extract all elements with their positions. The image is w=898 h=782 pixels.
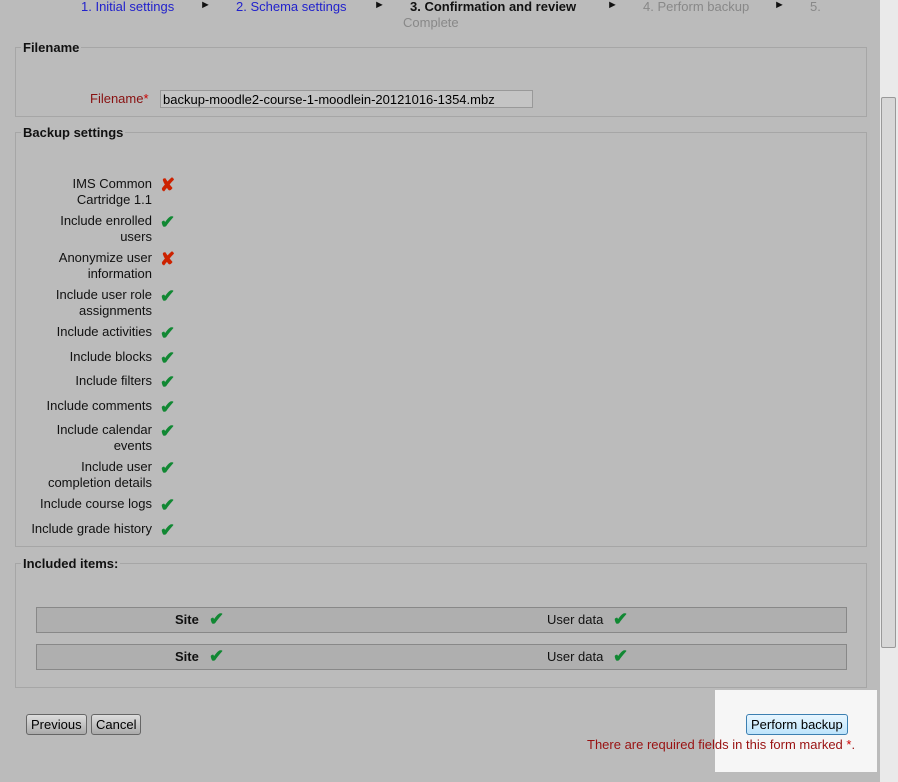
check-icon: ✔ [160, 347, 176, 368]
cross-icon: ✘ [160, 249, 176, 269]
check-icon: ✔ [209, 609, 225, 629]
filename-input[interactable] [160, 90, 533, 108]
setting-label-line: Include calendar [56, 422, 152, 437]
setting-label: Include user completion details [16, 459, 152, 491]
check-icon: ✔ [160, 519, 176, 540]
setting-label-line: Include enrolled [60, 213, 152, 228]
setting-label-line: Include blocks [69, 348, 152, 364]
backup-settings-section: Backup settings IMS Common Cartridge 1.1 ✘… [15, 125, 867, 547]
check-icon: ✔ [613, 646, 629, 666]
setting-label-line: assignments [79, 303, 152, 318]
setting-label-line: information [87, 266, 152, 281]
check-icon: ✔ [160, 495, 176, 515]
filename-section: Filename Filename* [15, 40, 867, 117]
check-icon: ✔ [613, 609, 629, 629]
cross-icon: ✘ [160, 175, 176, 195]
step-complete-number: 5. [810, 0, 821, 14]
setting-label-line: completion details [47, 475, 152, 490]
check-icon: ✔ [160, 212, 176, 232]
step-complete: Complete [403, 15, 459, 30]
setting-label: Include filters [16, 373, 152, 389]
filename-legend: Filename [23, 40, 80, 55]
user-data-label: User data [547, 612, 604, 627]
setting-label-line: events [113, 438, 152, 453]
check-icon: ✔ [160, 396, 176, 417]
step-confirmation: 3. Confirmation and review [410, 0, 577, 14]
scrollbar-thumb[interactable] [881, 97, 896, 648]
included-item-row: Site ✔ User data ✔ [36, 607, 847, 633]
setting-label-line: IMS Common [72, 176, 152, 191]
backup-settings-legend: Backup settings [23, 125, 124, 140]
included-items-legend: Included items: [23, 556, 119, 571]
user-data-label: User data [547, 649, 604, 664]
check-icon: ✔ [160, 458, 176, 478]
setting-label: Anonymize user information [16, 250, 152, 282]
required-note-end: . [851, 737, 856, 752]
filename-label-text: Filename [90, 91, 144, 106]
check-icon: ✔ [160, 372, 176, 392]
arrow-icon: ► [774, 0, 785, 11]
setting-label-line: users [120, 229, 152, 244]
filename-label: Filename* [90, 91, 149, 106]
step-perform-backup: 4. Perform backup [643, 0, 750, 14]
arrow-icon: ► [374, 0, 385, 11]
setting-label-line: Include user role [55, 287, 152, 302]
setting-label-line: Cartridge 1.1 [76, 192, 152, 207]
setting-label: Include enrolled users [16, 213, 152, 245]
setting-label: Include course logs [16, 496, 152, 512]
setting-label: IMS Common Cartridge 1.1 [16, 176, 152, 208]
setting-label-line: Include activities [56, 324, 152, 339]
setting-label: Include blocks [16, 349, 152, 365]
setting-label-line: Include user [81, 459, 152, 474]
arrow-icon: ► [200, 0, 211, 11]
check-icon: ✔ [160, 323, 176, 343]
setting-label-line: Include course logs [39, 496, 152, 511]
check-icon: ✔ [160, 421, 176, 441]
included-item-row: Site ✔ User data ✔ [36, 644, 847, 670]
site-label: Site [175, 612, 199, 627]
setting-label: Include calendar events [16, 422, 152, 454]
arrow-icon: ► [607, 0, 618, 11]
setting-label-line: Include grade history [31, 520, 152, 536]
setting-label: Include grade history [16, 521, 152, 537]
setting-label-line: Anonymize user [58, 250, 152, 265]
required-fields-note: There are required fields in this form m… [587, 737, 855, 752]
step-initial-settings[interactable]: 1. Initial settings [81, 0, 174, 14]
perform-backup-button[interactable]: Perform backup [746, 714, 848, 735]
vertical-scrollbar[interactable] [880, 0, 898, 782]
previous-button[interactable]: Previous [26, 714, 87, 735]
setting-label: Include activities [16, 324, 152, 340]
check-icon: ✔ [209, 646, 225, 666]
required-note-text: There are required fields in this form m… [587, 737, 843, 752]
setting-label-line: Include comments [46, 397, 153, 413]
cancel-button[interactable]: Cancel [91, 714, 142, 735]
step-schema-settings[interactable]: 2. Schema settings [236, 0, 347, 14]
progress-steps: 1. Initial settings ► 2. Schema settings… [0, 0, 880, 36]
setting-label: Include user role assignments [16, 287, 152, 319]
included-items-section: Included items: Site ✔ User data ✔ Site … [15, 556, 867, 688]
setting-label: Include comments [16, 397, 153, 414]
site-label: Site [175, 649, 199, 664]
check-icon: ✔ [160, 286, 176, 306]
required-star: * [143, 91, 149, 106]
setting-label-line: Include filters [75, 373, 152, 388]
